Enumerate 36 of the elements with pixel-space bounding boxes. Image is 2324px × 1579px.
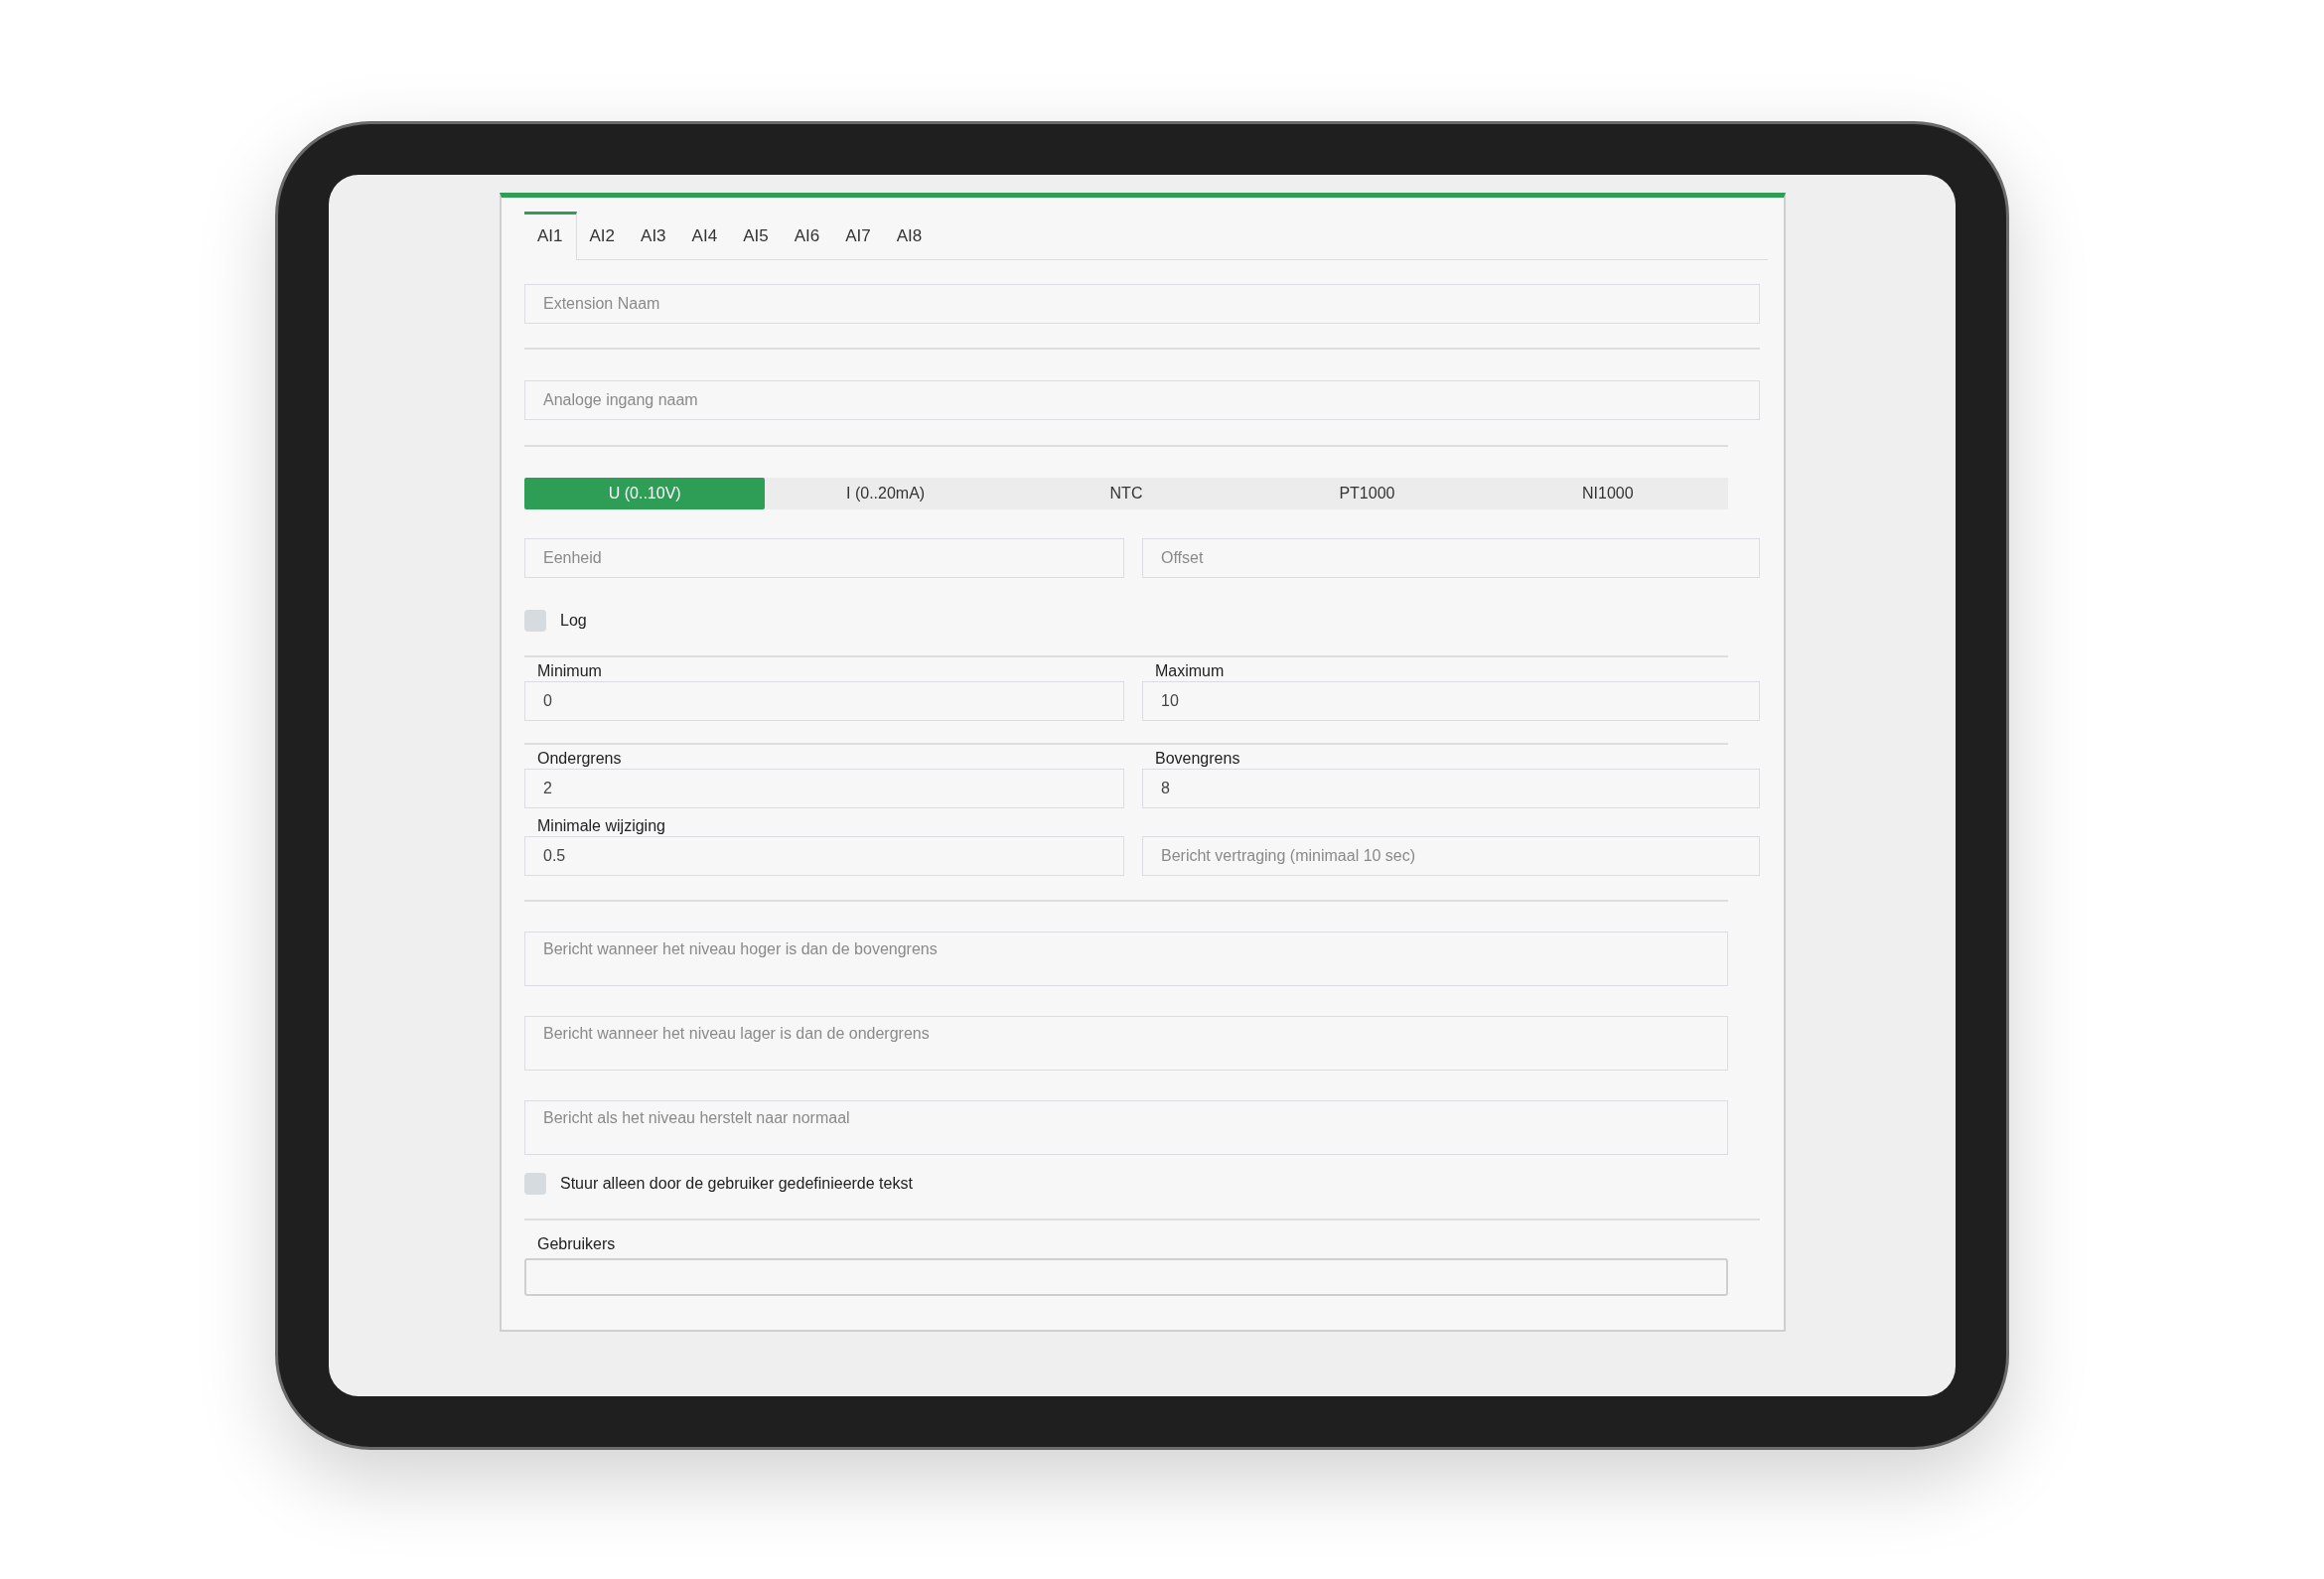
tab[interactable]: AI6 — [781, 212, 833, 259]
message-field[interactable]: Bericht wanneer het niveau hoger is dan de bovengrens — [524, 932, 1728, 986]
segment-button[interactable]: NTC — [1005, 478, 1247, 509]
field-label: Maximum — [1154, 661, 1225, 681]
tab[interactable]: AI5 — [730, 212, 782, 259]
field-label: Bovengrens — [1154, 749, 1240, 769]
tab[interactable]: AI3 — [628, 212, 679, 259]
tab[interactable]: AI7 — [832, 212, 884, 259]
field-label: Gebruikers — [536, 1234, 617, 1254]
field-label: Minimale wijziging — [536, 816, 665, 836]
segment-button[interactable]: PT1000 — [1246, 478, 1488, 509]
field-label: Minimum — [536, 661, 602, 681]
tab[interactable]: AI2 — [576, 212, 629, 259]
checkbox-label: Stuur alleen door de gebruiker gedefinieerde tekst — [560, 1175, 913, 1193]
input-field[interactable]: Analoge ingang naam — [524, 380, 1760, 420]
input-field[interactable]: Eenheid — [524, 538, 1124, 578]
checkbox[interactable] — [524, 1173, 546, 1195]
input-field[interactable]: Bericht vertraging (minimaal 10 sec) — [1142, 836, 1760, 876]
input-field[interactable]: 10 — [1142, 681, 1760, 721]
segment-button[interactable]: I (0..20mA) — [765, 478, 1006, 509]
field-label: Ondergrens — [536, 749, 622, 769]
input-field[interactable]: 2 — [524, 769, 1124, 808]
checkbox-label: Log — [560, 612, 587, 630]
input-field[interactable]: Extension Naam — [524, 284, 1760, 324]
input-field[interactable]: 0 — [524, 681, 1124, 721]
segment-button[interactable]: NI1000 — [1487, 478, 1729, 509]
input-field[interactable]: Offset — [1142, 538, 1760, 578]
checkbox[interactable] — [524, 610, 546, 632]
users-field[interactable] — [524, 1258, 1728, 1296]
tab[interactable]: AI4 — [678, 212, 731, 259]
tab[interactable]: AI1 — [524, 212, 577, 260]
tab[interactable]: AI8 — [883, 212, 936, 259]
input-field[interactable]: 0.5 — [524, 836, 1124, 876]
message-field[interactable]: Bericht wanneer het niveau lager is dan de ondergrens — [524, 1016, 1728, 1071]
input-field[interactable]: 8 — [1142, 769, 1760, 808]
message-field[interactable]: Bericht als het niveau herstelt naar normaal — [524, 1100, 1728, 1155]
